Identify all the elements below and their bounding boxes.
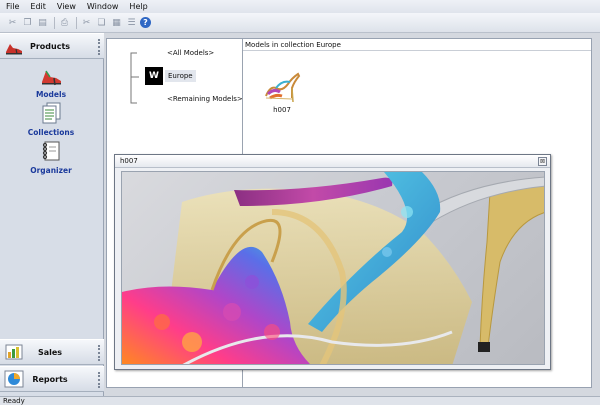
paste-icon[interactable]: ▤ — [36, 16, 49, 29]
left-navigation: Products Models Collections Organizer Sa… — [0, 33, 104, 396]
toolbar: ✂ ❐ ▤ ⎙ ✂ ❏ ▦ ☰ ? — [0, 13, 600, 33]
sandal-image — [122, 172, 544, 364]
sidebar-item-label: Models — [35, 90, 67, 99]
list-icon[interactable]: ☰ — [125, 16, 138, 29]
preview-title: h007 — [115, 155, 550, 168]
tree-item-remaining-models[interactable]: <Remaining Models> — [167, 95, 243, 103]
sandal-closeup-image — [121, 171, 545, 365]
menu-edit[interactable]: Edit — [30, 2, 46, 11]
tree-item-europe-label: Europe — [165, 70, 196, 82]
shoe-icon — [42, 70, 61, 86]
grid-icon[interactable]: ▦ — [110, 16, 123, 29]
reports-label: Reports — [32, 374, 68, 384]
grip-handle — [98, 372, 100, 388]
sales-label: Sales — [37, 347, 63, 357]
status-bar: Ready — [0, 396, 600, 405]
products-label: Products — [29, 41, 71, 51]
grip-handle — [98, 345, 100, 361]
cut-icon[interactable]: ✂ — [6, 16, 19, 29]
menu-window[interactable]: Window — [87, 2, 119, 11]
menu-help[interactable]: Help — [129, 2, 147, 11]
tree-item-europe[interactable]: W Europe — [145, 67, 196, 85]
print-icon[interactable]: ⎙ — [58, 16, 71, 29]
sales-header[interactable]: Sales — [0, 339, 104, 365]
collection-badge: W — [145, 67, 163, 85]
menu-file[interactable]: File — [6, 2, 19, 11]
reports-header[interactable]: Reports — [0, 366, 104, 392]
toolbar-separator — [76, 16, 77, 29]
grip-handle — [98, 39, 100, 55]
preview-window[interactable]: h007 ⊠ — [114, 154, 551, 370]
toolbar-separator — [54, 16, 55, 29]
documents-icon — [42, 102, 61, 124]
spiral-notebook-icon — [42, 141, 60, 161]
sidebar-item-label: Organizer — [30, 166, 72, 175]
help-icon[interactable]: ? — [140, 17, 151, 28]
products-header[interactable]: Products — [0, 33, 104, 59]
sidebar-item-collections[interactable]: Collections — [0, 101, 102, 137]
model-thumbnail[interactable]: h007 — [257, 62, 307, 114]
status-text: Ready — [3, 397, 25, 405]
close-button[interactable]: ⊠ — [538, 157, 547, 166]
sandal-icon — [265, 72, 301, 103]
sidebar-item-models[interactable]: Models — [0, 63, 102, 99]
copy2-icon[interactable]: ❏ — [95, 16, 108, 29]
thumbnail-label: h007 — [273, 106, 291, 114]
sidebar-item-organizer[interactable]: Organizer — [0, 139, 102, 175]
sidebar-item-label: Collections — [27, 128, 75, 137]
collection-header: Models in collection Europe — [243, 39, 591, 51]
menu-bar: File Edit View Window Help — [0, 0, 600, 13]
cut2-icon[interactable]: ✂ — [80, 16, 93, 29]
copy-icon[interactable]: ❐ — [21, 16, 34, 29]
tree-item-all-models[interactable]: <All Models> — [167, 49, 214, 57]
menu-view[interactable]: View — [57, 2, 76, 11]
